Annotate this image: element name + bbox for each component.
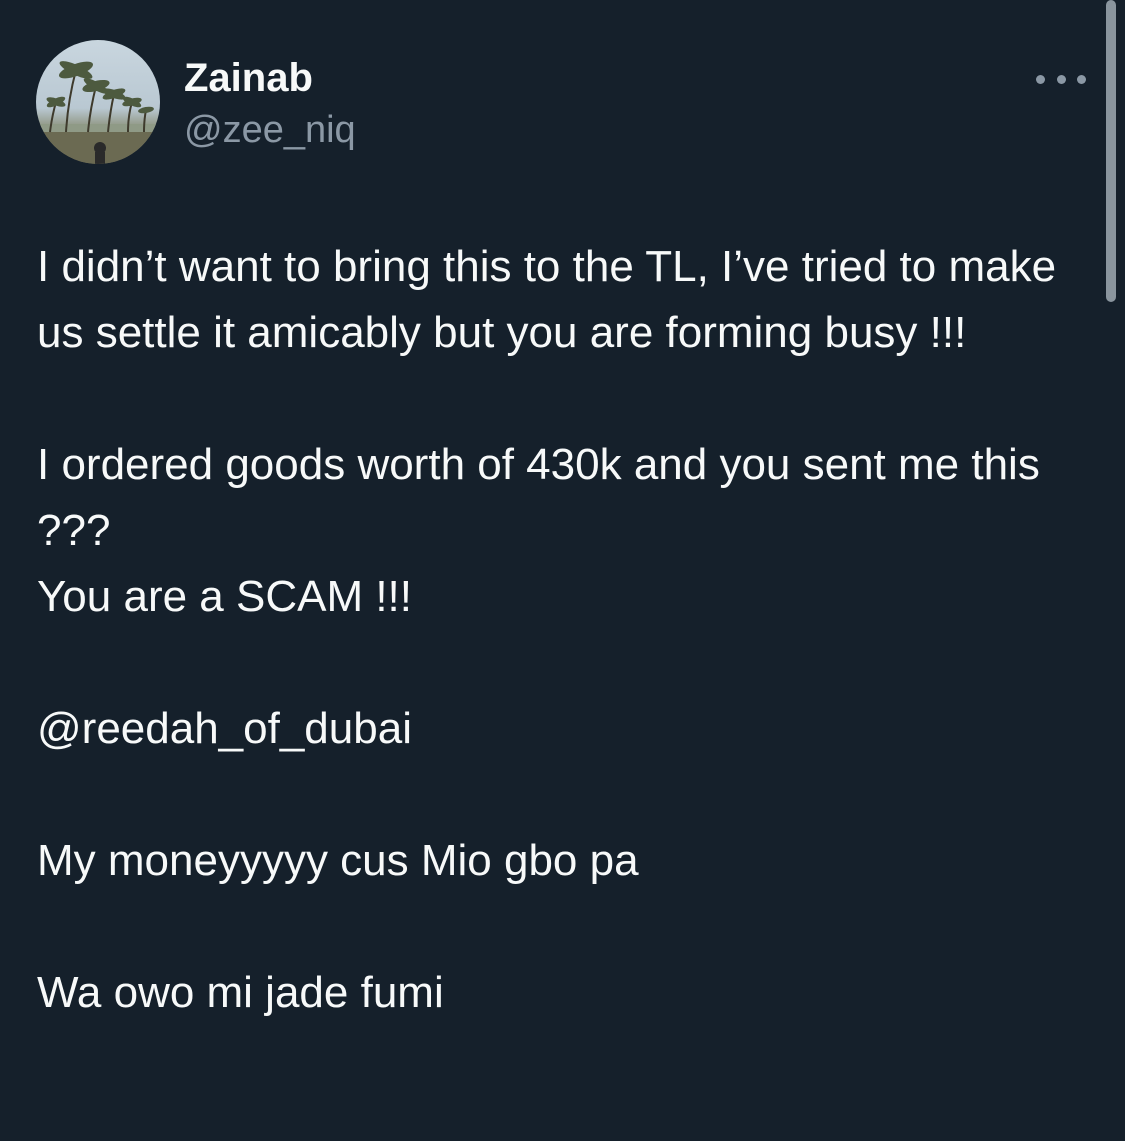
- author-display-name[interactable]: Zainab: [184, 54, 313, 102]
- author-handle[interactable]: @zee_niq: [184, 108, 356, 152]
- tweet-paragraph: My moneyyyyy cus Mio gbo pa: [37, 836, 639, 885]
- avatar[interactable]: [36, 40, 160, 164]
- avatar-photo: [36, 61, 160, 164]
- tweet-paragraph: Wa owo mi jade fumi: [37, 968, 444, 1017]
- more-horizontal-icon-dot: [1056, 74, 1066, 84]
- more-options-button[interactable]: [1036, 64, 1086, 94]
- tweet-text: I didn’t want to bring this to the TL, I…: [37, 234, 1077, 1026]
- mention-link[interactable]: @reedah_of_dubai: [37, 696, 1077, 762]
- tweet: Zainab @zee_niq I didn’t want to bring t…: [0, 0, 1125, 1141]
- more-horizontal-icon: [1036, 74, 1045, 84]
- scrollbar-thumb[interactable]: [1106, 0, 1116, 302]
- more-horizontal-icon-dot: [1077, 74, 1086, 84]
- tweet-paragraph: I didn’t want to bring this to the TL, I…: [37, 242, 1069, 357]
- tweet-paragraph: I ordered goods worth of 430k and you se…: [37, 440, 1040, 621]
